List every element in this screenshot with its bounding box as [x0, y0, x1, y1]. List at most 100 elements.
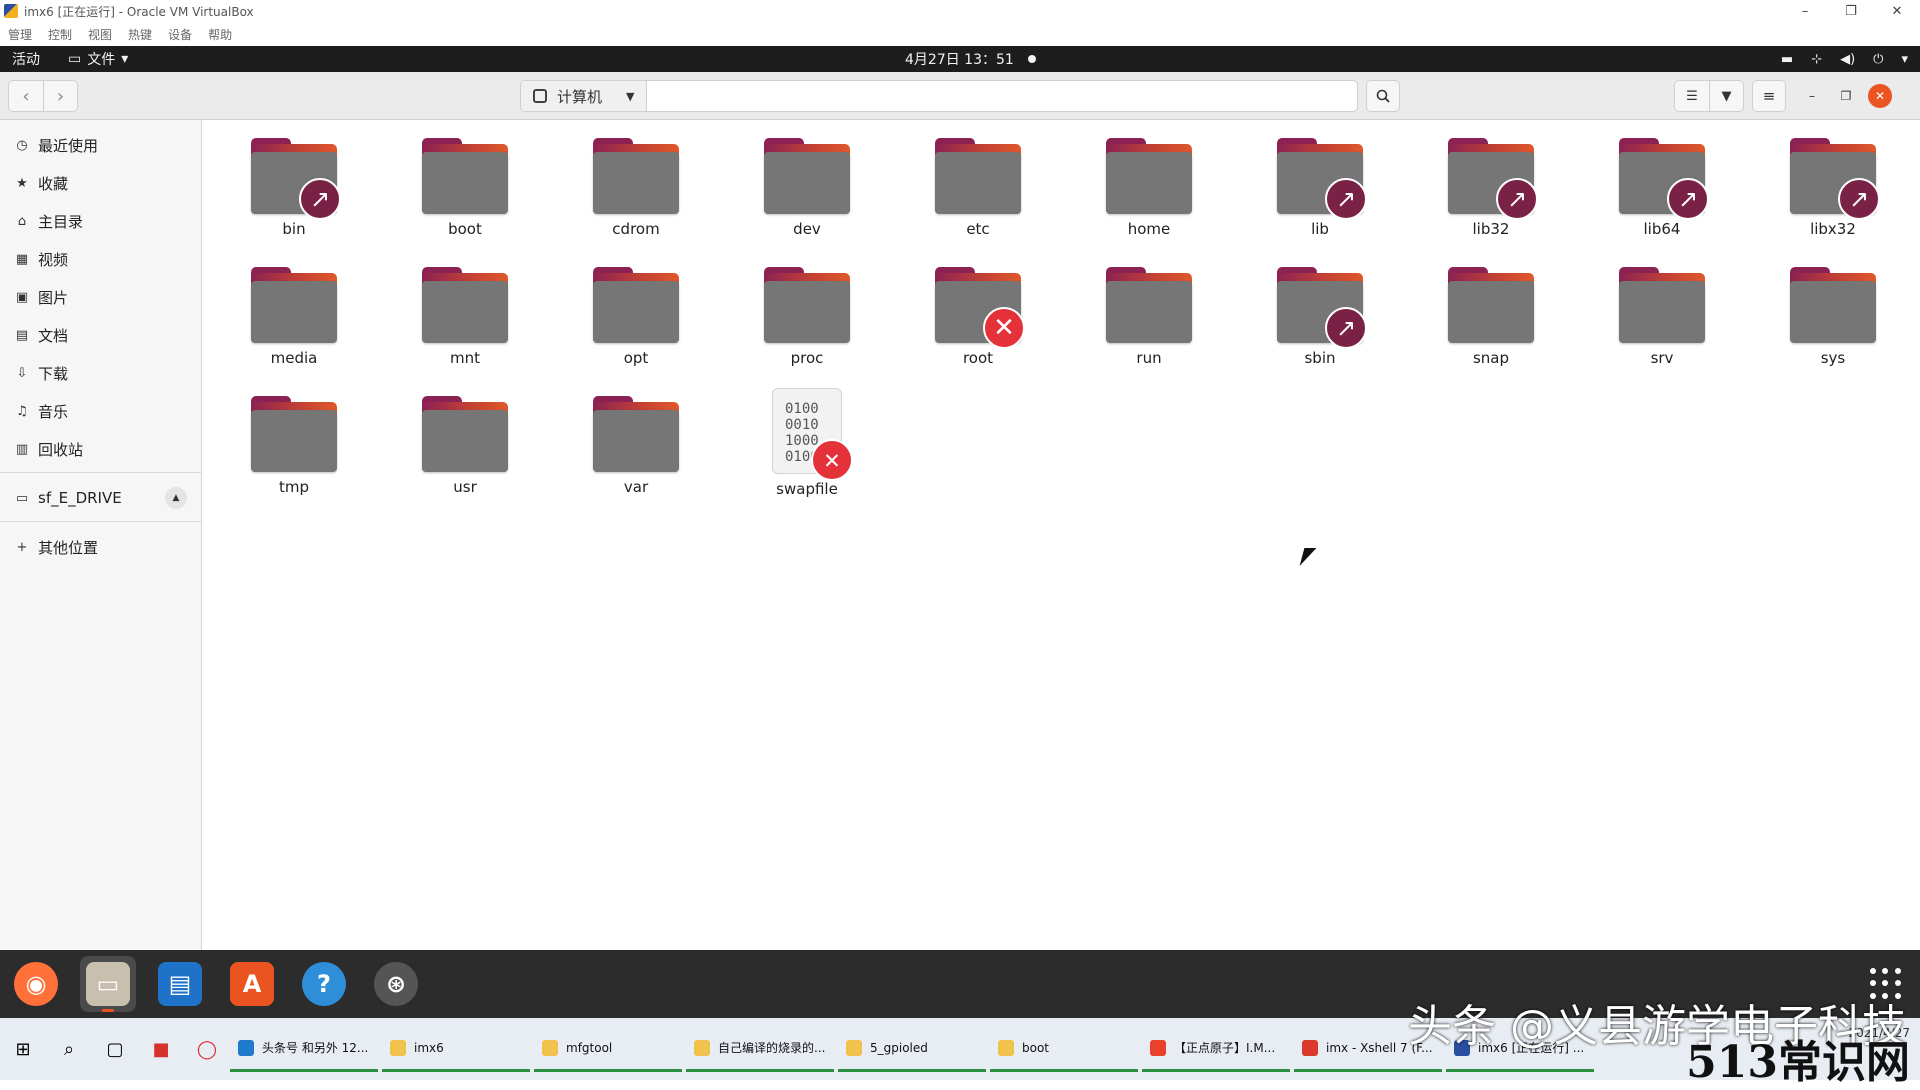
- file-item[interactable]: 0100 0010 1000 0100 ✕ swapfile: [742, 378, 872, 498]
- menu-help[interactable]: 帮助: [208, 26, 232, 43]
- menu-control[interactable]: 控制: [48, 26, 72, 43]
- file-item[interactable]: sys: [1768, 249, 1898, 369]
- updater-icon[interactable]: ⊛: [368, 956, 424, 1012]
- activities-button[interactable]: 活动: [12, 49, 40, 69]
- file-item[interactable]: ✕ root: [913, 249, 1043, 369]
- menu-view[interactable]: 视图: [88, 26, 112, 43]
- pinned-app-icon[interactable]: ■: [138, 1026, 184, 1072]
- volume-icon: ◀): [1840, 51, 1856, 67]
- file-item[interactable]: ↗ sbin: [1255, 249, 1385, 369]
- drive-icon: ▭: [15, 490, 29, 506]
- file-item[interactable]: srv: [1597, 249, 1727, 369]
- file-item[interactable]: etc: [913, 120, 1043, 240]
- eject-icon[interactable]: ▲: [165, 487, 187, 509]
- symlink-emblem-icon: ↗: [299, 178, 341, 220]
- folder-icon: ↗: [1619, 138, 1709, 220]
- window-minimize-button[interactable]: –: [1800, 84, 1824, 108]
- app-menu[interactable]: ▭ 文件 ▾: [68, 49, 128, 69]
- chevron-down-icon: ▾: [121, 51, 129, 67]
- chevron-down-icon: ▾: [1901, 51, 1908, 67]
- opera-icon[interactable]: ◯: [184, 1026, 230, 1072]
- vbox-menu-bar: 管理 控制 视图 热键 设备 帮助: [0, 22, 1920, 46]
- taskbar-window-button[interactable]: 【正点原子】I.M...: [1142, 1026, 1290, 1072]
- file-item[interactable]: run: [1084, 249, 1214, 369]
- sidebar-item[interactable]: ◷ 最近使用: [0, 126, 201, 164]
- maximize-button[interactable]: ❐: [1828, 0, 1874, 22]
- back-button[interactable]: ‹: [9, 81, 43, 111]
- sidebar-item-label: 最近使用: [38, 136, 99, 155]
- view-options-button[interactable]: ▼: [1709, 81, 1743, 111]
- taskbar-app-icon: [998, 1039, 1014, 1056]
- taskbar-window-button[interactable]: mfgtool: [534, 1026, 682, 1072]
- power-icon: ⏻: [1873, 51, 1884, 67]
- menu-devices[interactable]: 设备: [168, 26, 192, 43]
- software-icon[interactable]: A: [224, 956, 280, 1012]
- file-item[interactable]: cdrom: [571, 120, 701, 240]
- file-item[interactable]: snap: [1426, 249, 1556, 369]
- sidebar-item[interactable]: ★ 收藏: [0, 164, 201, 202]
- file-item[interactable]: usr: [400, 378, 530, 498]
- file-item[interactable]: home: [1084, 120, 1214, 240]
- window-restore-button[interactable]: ❐: [1834, 84, 1858, 108]
- menu-manage[interactable]: 管理: [8, 26, 32, 43]
- file-item[interactable]: ↗ lib64: [1597, 120, 1727, 240]
- windows-start-icon[interactable]: ⊞: [0, 1026, 46, 1072]
- taskbar-window-button[interactable]: 5_gpioled: [838, 1026, 986, 1072]
- search-button[interactable]: [1366, 80, 1400, 112]
- sidebar-item-other-locations[interactable]: + 其他位置: [0, 528, 201, 566]
- sidebar-item[interactable]: ▣ 图片: [0, 278, 201, 316]
- minimize-button[interactable]: –: [1782, 0, 1828, 22]
- taskbar-window-button[interactable]: 自己编译的烧录的...: [686, 1026, 834, 1072]
- hamburger-menu-button[interactable]: ≡: [1752, 80, 1786, 112]
- taskbar-window-button[interactable]: 头条号 和另外 12...: [230, 1026, 378, 1072]
- file-name: usr: [453, 478, 477, 496]
- file-item[interactable]: tmp: [229, 378, 359, 498]
- help-icon[interactable]: ?: [296, 956, 352, 1012]
- search-icon[interactable]: ⌕: [46, 1026, 92, 1072]
- clock[interactable]: 4月27日 13：51: [905, 46, 1036, 72]
- file-name: boot: [448, 220, 482, 238]
- folder-icon: [935, 138, 1021, 214]
- file-item[interactable]: var: [571, 378, 701, 498]
- sidebar-item[interactable]: ⌂ 主目录: [0, 202, 201, 240]
- close-button[interactable]: ✕: [1874, 0, 1920, 22]
- firefox-icon[interactable]: ◉: [8, 956, 64, 1012]
- system-tray[interactable]: ▬ ⊹ ◀) ⏻ ▾: [1781, 46, 1908, 72]
- sidebar-item-label: 音乐: [38, 402, 69, 421]
- forward-button[interactable]: ›: [43, 81, 77, 111]
- taskbar-window-button[interactable]: imx6: [382, 1026, 530, 1072]
- file-item[interactable]: mnt: [400, 249, 530, 369]
- file-item[interactable]: dev: [742, 120, 872, 240]
- sidebar-item[interactable]: ♫ 音乐: [0, 392, 201, 430]
- sidebar-item[interactable]: ▦ 视频: [0, 240, 201, 278]
- window-close-button[interactable]: ✕: [1868, 84, 1892, 108]
- sidebar-item-drive[interactable]: ▭ sf_E_DRIVE ▲: [0, 479, 201, 517]
- list-view-button[interactable]: ☰: [1675, 81, 1709, 111]
- file-item[interactable]: ↗ bin: [229, 120, 359, 240]
- file-name: run: [1136, 349, 1162, 367]
- file-item[interactable]: ↗ libx32: [1768, 120, 1898, 240]
- file-item[interactable]: ↗ lib: [1255, 120, 1385, 240]
- plus-icon: +: [16, 539, 28, 555]
- folder-icon: [1619, 267, 1705, 343]
- sidebar-item[interactable]: ▥ 回收站: [0, 430, 201, 468]
- file-name: libx32: [1810, 220, 1856, 238]
- film-icon: ▦: [15, 251, 29, 267]
- files-icon[interactable]: ▭: [80, 956, 136, 1012]
- file-item[interactable]: opt: [571, 249, 701, 369]
- file-item[interactable]: media: [229, 249, 359, 369]
- task-view-icon[interactable]: ▢: [92, 1026, 138, 1072]
- file-name: opt: [623, 349, 649, 367]
- gnome-top-bar: 活动 ▭ 文件 ▾ 4月27日 13：51 ▬ ⊹ ◀) ⏻ ▾: [0, 46, 1920, 72]
- sidebar-item[interactable]: ▤ 文档: [0, 316, 201, 354]
- menu-hotkeys[interactable]: 热键: [128, 26, 152, 43]
- taskbar-app-icon: [694, 1039, 710, 1056]
- file-item[interactable]: boot: [400, 120, 530, 240]
- taskbar-window-button[interactable]: boot: [990, 1026, 1138, 1072]
- writer-icon[interactable]: ▤: [152, 956, 208, 1012]
- no-access-emblem-icon: ✕: [811, 439, 853, 481]
- file-item[interactable]: ↗ lib32: [1426, 120, 1556, 240]
- file-item[interactable]: proc: [742, 249, 872, 369]
- path-segment-computer[interactable]: 计算机 ▼: [521, 81, 648, 111]
- sidebar-item[interactable]: ⇩ 下载: [0, 354, 201, 392]
